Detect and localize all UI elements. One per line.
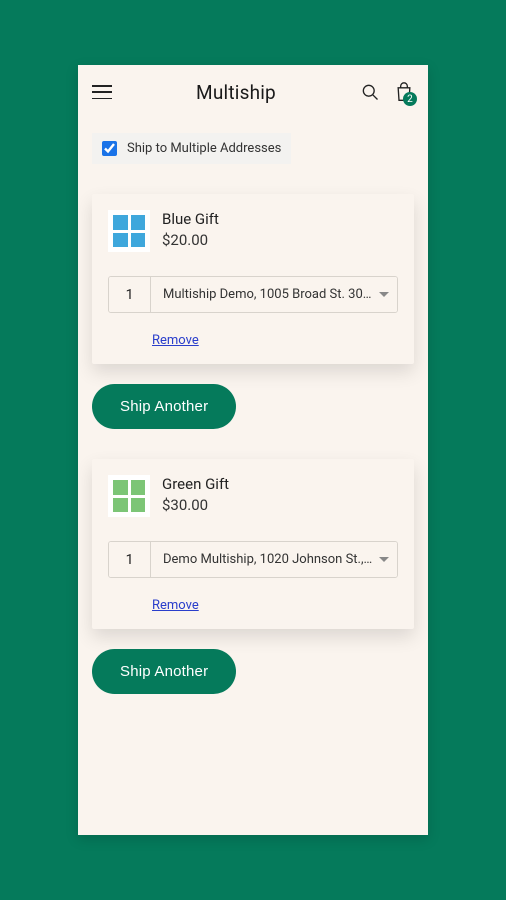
cart-count-badge: 2	[403, 92, 417, 106]
cart-item-card: Blue Gift $20.00 1 Multiship Demo, 1005 …	[92, 194, 414, 364]
product-price: $30.00	[162, 496, 229, 514]
quantity-field[interactable]: 1	[109, 542, 151, 577]
page-title: Multiship	[196, 81, 276, 104]
product-row: Blue Gift $20.00	[108, 210, 398, 252]
product-row: Green Gift $30.00	[108, 475, 398, 517]
product-name: Green Gift	[162, 475, 229, 493]
address-text: Demo Multiship, 1020 Johnson St.,…	[163, 552, 373, 567]
product-thumbnail	[108, 475, 150, 517]
address-select[interactable]: Demo Multiship, 1020 Johnson St.,…	[151, 542, 397, 577]
address-text: Multiship Demo, 1005 Broad St. 30…	[163, 287, 373, 302]
multiship-checkbox[interactable]	[102, 141, 117, 156]
product-price: $20.00	[162, 231, 219, 249]
chevron-down-icon	[379, 292, 389, 297]
content: Ship to Multiple Addresses Blue Gift $20…	[78, 119, 428, 708]
search-icon[interactable]	[360, 82, 380, 102]
remove-link[interactable]: Remove	[152, 598, 199, 613]
quantity-field[interactable]: 1	[109, 277, 151, 312]
product-thumbnail	[108, 210, 150, 252]
ship-row: 1 Multiship Demo, 1005 Broad St. 30…	[108, 276, 398, 313]
remove-link[interactable]: Remove	[152, 333, 199, 348]
cart-button[interactable]: 2	[394, 81, 414, 103]
app-frame: Multiship 2 Ship to Multiple Addresses	[78, 65, 428, 835]
menu-icon[interactable]	[92, 85, 112, 99]
header: Multiship 2	[78, 65, 428, 119]
ship-another-button[interactable]: Ship Another	[92, 384, 236, 429]
chevron-down-icon	[379, 557, 389, 562]
cart-item-card: Green Gift $30.00 1 Demo Multiship, 1020…	[92, 459, 414, 629]
address-select[interactable]: Multiship Demo, 1005 Broad St. 30…	[151, 277, 397, 312]
product-name: Blue Gift	[162, 210, 219, 228]
ship-another-button[interactable]: Ship Another	[92, 649, 236, 694]
multiship-toggle-row[interactable]: Ship to Multiple Addresses	[92, 133, 291, 164]
ship-row: 1 Demo Multiship, 1020 Johnson St.,…	[108, 541, 398, 578]
multiship-label: Ship to Multiple Addresses	[127, 141, 281, 156]
